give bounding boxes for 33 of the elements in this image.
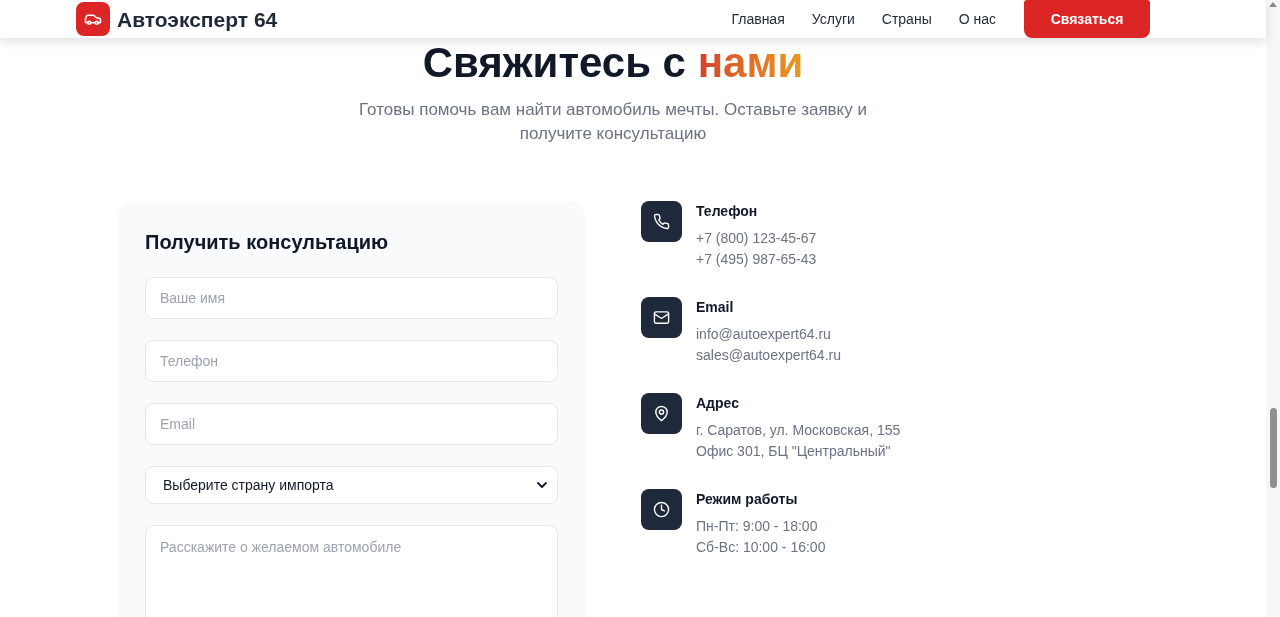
contact-title: Адрес — [696, 394, 740, 413]
contact-button[interactable]: Связаться — [1024, 0, 1150, 38]
chevron-down-icon — [537, 482, 547, 488]
contact-title: Режим работы — [696, 490, 799, 509]
contact-detail: Сб-Вс: 10:00 - 16:00 — [696, 538, 826, 557]
country-select[interactable]: Выберите страну импорта — [145, 466, 558, 504]
contact-title: Email — [696, 298, 735, 317]
contact-detail: info@autoexpert64.ru — [696, 325, 832, 344]
contact-detail: г. Саратов, ул. Московская, 155 — [696, 421, 901, 440]
scroll-up-arrow-icon[interactable] — [1269, 2, 1277, 7]
contact-detail: +7 (495) 987-65-43 — [696, 250, 817, 269]
contact-detail: Офис 301, БЦ "Центральный" — [696, 442, 892, 461]
section-heading: Свяжитесь с нами — [422, 38, 804, 88]
phone-input[interactable]: Телефон — [145, 340, 558, 382]
nav-link[interactable]: Услуги — [811, 8, 855, 30]
nav-link[interactable]: Главная — [731, 8, 785, 30]
clock-icon — [641, 489, 682, 530]
email-input[interactable]: Email — [145, 403, 558, 445]
contact-detail: +7 (800) 123-45-67 — [696, 229, 817, 248]
form-title: Получить консультацию — [145, 230, 390, 255]
mail-icon — [641, 297, 682, 338]
scrollbar-thumb[interactable] — [1269, 408, 1277, 488]
brand-name: Автоэксперт 64 — [117, 8, 278, 30]
contact-detail: Пн-Пт: 9:00 - 18:00 — [696, 517, 819, 536]
phone-icon — [641, 201, 682, 242]
contact-title: Телефон — [696, 202, 759, 221]
map-pin-icon — [641, 393, 682, 434]
nav-link[interactable]: Страны — [881, 8, 932, 30]
message-textarea[interactable]: Расскажите о желаемом автомобиле — [145, 525, 558, 617]
nav-link[interactable]: О нас — [958, 8, 996, 30]
name-input[interactable]: Ваше имя — [145, 277, 558, 319]
contact-detail: sales@autoexpert64.ru — [696, 346, 841, 365]
section-subtitle: Готовы помочь вам найти автомобиль мечты. Оставьте заявку и получите консультацию — [358, 99, 868, 145]
